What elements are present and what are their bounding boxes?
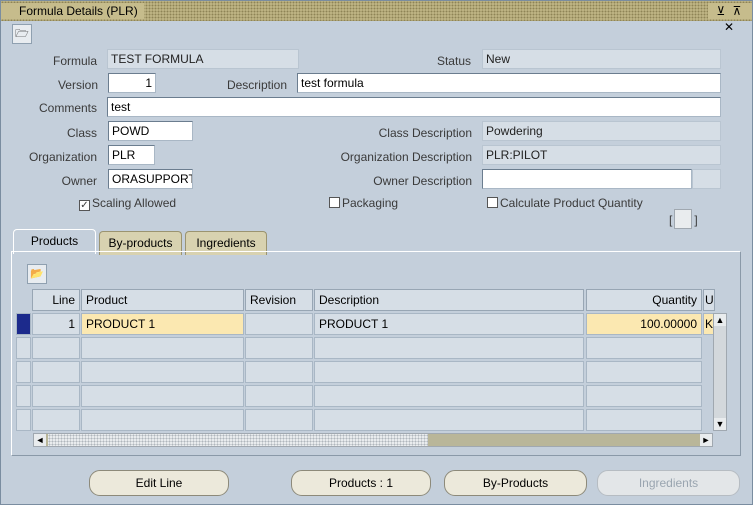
column-header-line: Line (32, 289, 80, 311)
empty-cell[interactable] (32, 337, 80, 359)
owner-description-label: Owner Description (373, 174, 472, 188)
empty-cell[interactable] (586, 409, 702, 431)
comments-label: Comments (38, 101, 97, 115)
cell-quantity[interactable]: 100.00000 (586, 313, 702, 335)
scroll-up-icon[interactable]: ▲ (714, 314, 726, 326)
vertical-scrollbar[interactable]: ▲ ▼ (713, 313, 727, 431)
scroll-left-icon[interactable]: ◄ (34, 434, 46, 446)
status-field[interactable]: New (482, 49, 721, 69)
row-selector[interactable] (16, 409, 31, 431)
empty-cell[interactable] (245, 337, 313, 359)
empty-cell[interactable] (81, 361, 244, 383)
column-header-product: Product (81, 289, 244, 311)
version-label: Version (57, 78, 98, 92)
empty-cell[interactable] (32, 409, 80, 431)
class-description-label: Class Description (378, 126, 472, 140)
class-label: Class (66, 126, 97, 140)
folder-icon[interactable]: 🗁 (12, 24, 32, 44)
formula-field[interactable]: TEST FORMULA (107, 49, 299, 69)
column-header-revision: Revision (245, 289, 313, 311)
organization-field[interactable]: PLR (108, 145, 155, 165)
calculate-product-quantity-label: Calculate Product Quantity (500, 196, 643, 210)
cell-revision[interactable] (245, 313, 313, 335)
description-field[interactable]: test formula (297, 73, 721, 93)
empty-cell[interactable] (81, 409, 244, 431)
empty-cell[interactable] (314, 361, 584, 383)
column-header-quantity: Quantity (586, 289, 702, 311)
row-selector[interactable] (16, 337, 31, 359)
owner-description-list-button[interactable] (692, 169, 721, 189)
empty-cell[interactable] (314, 337, 584, 359)
scaling-allowed-checkbox[interactable]: ✓ Scaling Allowed (79, 195, 176, 211)
owner-label: Owner (61, 174, 97, 188)
checkbox-checked-icon: ✓ (79, 200, 90, 211)
horizontal-scroll-thumb[interactable] (48, 434, 428, 446)
scaling-allowed-label: Scaling Allowed (92, 196, 177, 210)
empty-cell[interactable] (32, 385, 80, 407)
empty-cell[interactable] (245, 361, 313, 383)
empty-cell[interactable] (81, 337, 244, 359)
version-field[interactable]: 1 (108, 73, 156, 93)
formula-details-window: Formula Details (PLR) ⊻ ⊼ ✕ 🗁 Formula TE… (0, 0, 753, 505)
empty-cell[interactable] (81, 385, 244, 407)
open-folder-icon[interactable]: 📂 (27, 264, 47, 284)
empty-cell[interactable] (586, 361, 702, 383)
organization-description-field[interactable]: PLR:PILOT (482, 145, 721, 165)
class-description-field[interactable]: Powdering (482, 121, 721, 141)
cell-product[interactable]: PRODUCT 1 (81, 313, 244, 335)
owner-field[interactable]: ORASUPPORT (108, 169, 193, 189)
class-field[interactable]: POWD (108, 121, 193, 141)
empty-cell[interactable] (32, 361, 80, 383)
horizontal-scrollbar[interactable]: ◄ ► (33, 433, 713, 447)
empty-cell[interactable] (314, 409, 584, 431)
description-label: Description (226, 78, 287, 92)
cell-line[interactable]: 1 (32, 313, 80, 335)
packaging-checkbox[interactable]: Packaging (329, 195, 398, 211)
owner-description-field[interactable] (482, 169, 692, 189)
calculate-product-quantity-checkbox[interactable]: Calculate Product Quantity (487, 195, 643, 211)
descriptive-flexfield[interactable]: [] (669, 209, 705, 229)
row-selector[interactable] (16, 385, 31, 407)
scroll-right-icon[interactable]: ► (700, 434, 712, 446)
checkbox-unchecked-icon (329, 197, 340, 208)
cell-description[interactable]: PRODUCT 1 (314, 313, 584, 335)
row-selector-current[interactable] (16, 313, 31, 335)
empty-cell[interactable] (586, 337, 702, 359)
empty-cell[interactable] (245, 385, 313, 407)
empty-cell[interactable] (586, 385, 702, 407)
by-products-button[interactable]: By-Products (444, 470, 587, 496)
column-header-description: Description (314, 289, 584, 311)
formula-label: Formula (52, 54, 97, 68)
organization-label: Organization (28, 150, 97, 164)
column-header-uom: U (703, 289, 715, 311)
window-controls-icon[interactable]: ⊻ ⊼ ✕ (708, 3, 752, 34)
ingredients-button: Ingredients (597, 470, 740, 496)
packaging-label: Packaging (342, 196, 399, 210)
status-label: Status (436, 54, 471, 68)
products-button[interactable]: Products : 1 (291, 470, 431, 496)
checkbox-unchecked-icon (487, 197, 498, 208)
empty-cell[interactable] (245, 409, 313, 431)
scroll-down-icon[interactable]: ▼ (714, 418, 726, 430)
empty-cell[interactable] (314, 385, 584, 407)
comments-field[interactable]: test (107, 97, 721, 117)
edit-line-button[interactable]: Edit Line (89, 470, 229, 496)
organization-description-label: Organization Description (340, 150, 472, 164)
row-selector[interactable] (16, 361, 31, 383)
title-bar[interactable]: Formula Details (PLR) ⊻ ⊼ ✕ (1, 1, 752, 34)
window-title: Formula Details (PLR) (1, 3, 144, 19)
